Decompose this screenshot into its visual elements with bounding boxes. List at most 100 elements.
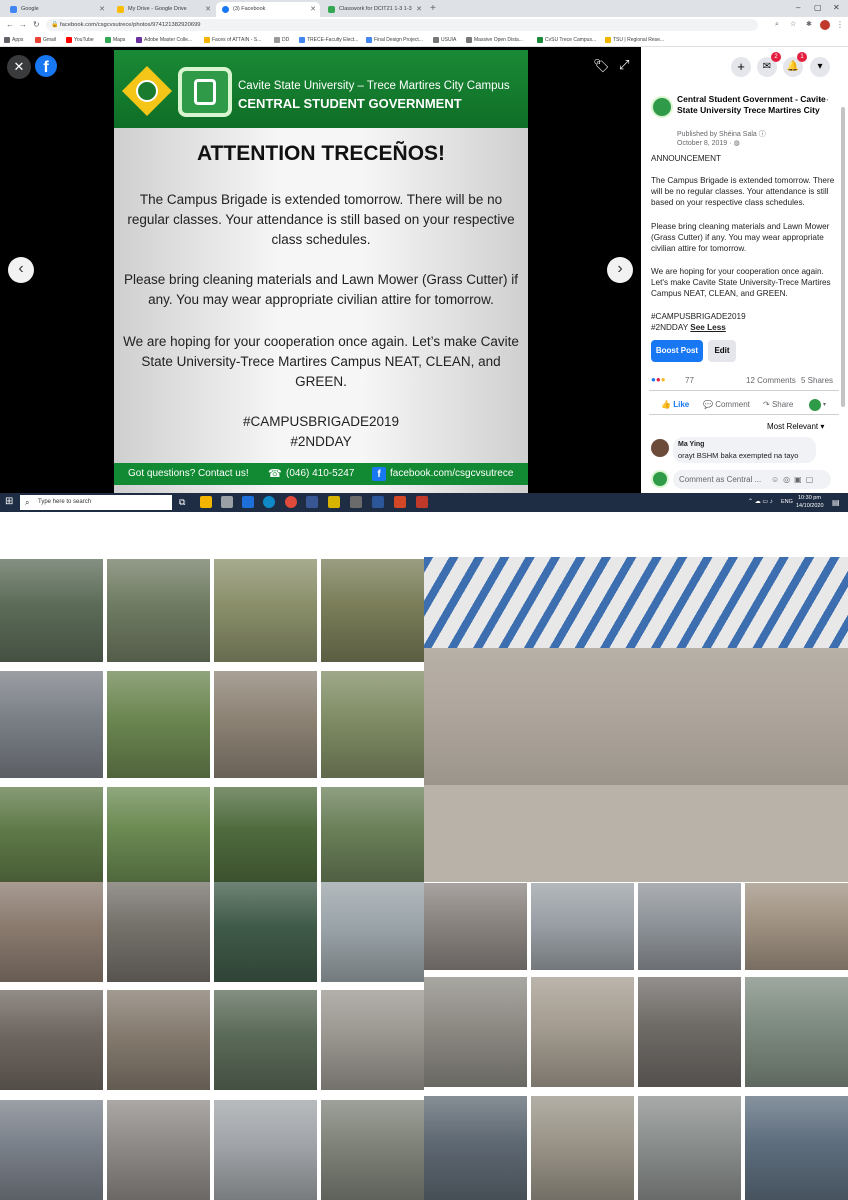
footer-fb: facebook.com/csgcvsutrece <box>390 468 514 479</box>
create-icon[interactable]: + <box>731 57 751 77</box>
like-button[interactable]: 👍 Like <box>661 400 689 409</box>
docs-icon <box>366 36 372 43</box>
collage-photo <box>638 883 741 970</box>
phone-icon: ☎ <box>268 468 282 480</box>
bookmark-item[interactable]: CvSU Trece Campus... <box>537 34 596 46</box>
edge-icon[interactable] <box>263 496 275 508</box>
settings-icon[interactable] <box>350 496 362 508</box>
reactions-count[interactable]: 77 <box>685 376 694 385</box>
boost-post-button[interactable]: Boost Post <box>651 340 703 362</box>
bookmark-item[interactable]: Final Design Project... <box>366 34 423 46</box>
tab-classroom[interactable]: Classwork for DCIT21 1-3 1-3 ✕ <box>322 2 426 17</box>
language-indicator[interactable]: ENG <box>781 493 793 512</box>
bookmark-item[interactable]: Massive Open Dista... <box>466 34 523 46</box>
extensions-icon[interactable]: ✱ <box>806 19 812 31</box>
bookmark-item[interactable]: Adobe Master Colle... <box>136 34 192 46</box>
more-options-icon[interactable]: ⋯ <box>819 95 829 106</box>
shares-count[interactable]: 5 Shares <box>801 376 833 385</box>
task-view-icon[interactable]: ⧉ <box>179 496 185 508</box>
chrome-icon[interactable] <box>285 496 297 508</box>
adobe-icon <box>136 36 142 43</box>
post-panel: + ✉ 2 🔔 1 ▾ Central Student Government -… <box>641 47 848 493</box>
bookmark-item[interactable]: USUIA <box>433 34 456 46</box>
app-icon[interactable] <box>221 496 233 508</box>
url-field[interactable]: 🔒 facebook.com/csgcvsutrece/photos/97412… <box>46 19 758 31</box>
app-icon[interactable] <box>416 496 428 508</box>
ie-icon[interactable] <box>242 496 254 508</box>
bookmark-item[interactable]: Faces of ATTAIN - S... <box>204 34 261 46</box>
collage-photo <box>424 1096 527 1200</box>
collage-photo <box>107 1100 210 1200</box>
scrollbar[interactable] <box>841 107 845 407</box>
next-photo-button[interactable]: › <box>607 257 633 283</box>
photoshop-icon[interactable] <box>306 496 318 508</box>
clock-date[interactable]: 14/10/2020 <box>796 497 824 512</box>
commenter-name[interactable]: Ma Ying <box>678 441 704 448</box>
close-icon[interactable]: ✕ <box>99 2 105 17</box>
profile-avatar[interactable] <box>820 20 830 30</box>
close-icon[interactable]: ✕ <box>7 55 31 79</box>
bookmark-item[interactable]: TSU | Regional Rese... <box>605 34 664 46</box>
powerpoint-icon[interactable] <box>394 496 406 508</box>
app-icon[interactable] <box>328 496 340 508</box>
close-icon[interactable]: ✕ <box>416 2 422 17</box>
bookmark-item[interactable]: TRECE-Faculty Elect... <box>299 34 358 46</box>
new-tab-icon[interactable]: + <box>430 2 436 15</box>
taskbar-search[interactable]: ⌕ Type here to search <box>20 495 172 510</box>
comment-placeholder: Comment as Central ... <box>679 475 762 484</box>
collage-photo <box>214 559 317 662</box>
bookmark-item[interactable]: Maps <box>105 34 125 46</box>
bookmark-item[interactable]: YouTube <box>66 34 94 46</box>
menu-icon[interactable]: ⋮ <box>836 19 844 31</box>
tag-icon[interactable]: 🏷 <box>593 58 610 74</box>
edit-button[interactable]: Edit <box>708 340 736 362</box>
see-less-link[interactable]: See Less <box>690 323 726 332</box>
post-date[interactable]: October 8, 2019 · ◍ <box>677 139 740 147</box>
windows-taskbar: ⊞ ⌕ Type here to search ⧉ ⌃ ☁ ▭ ♪ ENG 10… <box>0 493 848 512</box>
star-icon[interactable]: ☆ <box>790 19 796 31</box>
page-name[interactable]: Central Student Government - Cavite Stat… <box>677 94 827 115</box>
chevron-down-icon[interactable]: ▾ <box>810 57 830 77</box>
chevron-down-icon[interactable]: ▾ <box>823 401 826 408</box>
word-icon[interactable] <box>372 496 384 508</box>
post-hashtag[interactable]: #CAMPUSBRIGADE2019 <box>651 311 841 322</box>
previous-photo-button[interactable]: ‹ <box>8 257 34 283</box>
share-button[interactable]: ↷ Share <box>763 400 793 409</box>
maximize-icon[interactable]: ▢ <box>814 2 822 14</box>
collage-photo <box>321 787 424 882</box>
tab-google-drive[interactable]: My Drive - Google Drive ✕ <box>111 2 215 17</box>
page-avatar-small[interactable] <box>809 399 821 411</box>
forward-icon[interactable]: → <box>19 19 27 31</box>
comments-count[interactable]: 12 Comments <box>746 376 796 385</box>
file-explorer-icon[interactable] <box>200 496 212 508</box>
tab-label: (3) Facebook <box>233 6 266 12</box>
close-icon[interactable]: ✕ <box>310 2 316 17</box>
comment-tools-icon[interactable]: ☺◎▣▢ <box>771 470 817 489</box>
page-avatar[interactable] <box>651 96 673 118</box>
fullscreen-icon[interactable]: ⤢ <box>619 57 629 73</box>
zoom-icon[interactable]: ⌕ <box>775 19 779 31</box>
collage-photo <box>531 977 634 1087</box>
commenter-avatar[interactable] <box>651 439 669 457</box>
tab-google[interactable]: Google ✕ <box>4 2 109 17</box>
collage-photo <box>107 882 210 982</box>
gmail-icon <box>35 36 41 43</box>
notifications-icon[interactable]: ▤ <box>832 493 840 512</box>
close-icon[interactable]: ✕ <box>205 2 211 17</box>
system-tray-icons[interactable]: ⌃ ☁ ▭ ♪ <box>748 493 773 512</box>
minimize-icon[interactable]: – <box>796 2 800 14</box>
bookmark-item[interactable]: Apps <box>4 34 23 46</box>
comment-button[interactable]: 💬 Comment <box>703 400 750 409</box>
sort-dropdown[interactable]: Most Relevant ▾ <box>767 422 824 431</box>
tab-facebook[interactable]: (3) Facebook ✕ <box>216 2 320 17</box>
comment-input[interactable]: Comment as Central ... ☺◎▣▢ <box>673 470 831 489</box>
back-icon[interactable]: ← <box>6 19 14 31</box>
facebook-logo-icon[interactable]: f <box>35 55 57 77</box>
reactions-icon[interactable]: ●●● <box>651 375 666 384</box>
bookmark-item[interactable]: DD <box>274 34 289 46</box>
close-window-icon[interactable]: ✕ <box>833 2 840 14</box>
bookmark-item[interactable]: Gmail <box>35 34 56 46</box>
windows-start-icon[interactable]: ⊞ <box>5 496 13 508</box>
page-avatar <box>651 470 669 488</box>
reload-icon[interactable]: ↻ <box>33 19 40 31</box>
